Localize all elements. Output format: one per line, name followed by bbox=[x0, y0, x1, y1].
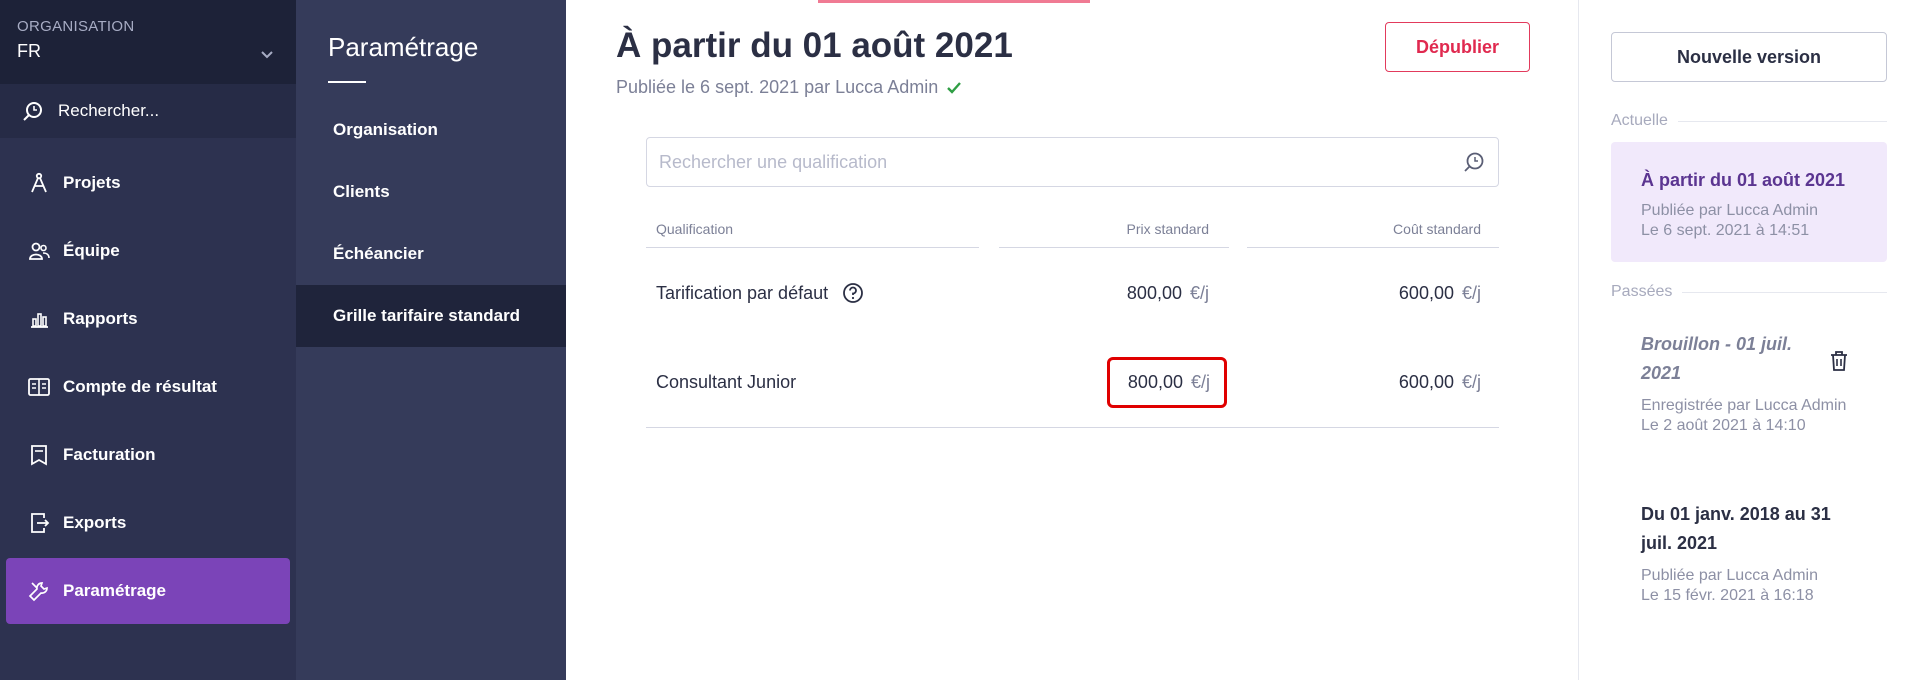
page-title: À partir du 01 août 2021 bbox=[616, 26, 1013, 65]
subnav-item-grille-tarifaire[interactable]: Grille tarifaire standard bbox=[296, 285, 566, 347]
past-version-card[interactable]: Du 01 janv. 2018 au 31 juil. 2021 Publié… bbox=[1611, 500, 1887, 620]
settings-sidebar: Paramétrage Organisation Clients Échéanc… bbox=[296, 0, 566, 680]
cost-value: 600,00 bbox=[1398, 372, 1454, 392]
check-icon bbox=[947, 81, 962, 94]
main-sidebar: ORGANISATION FR Rechercher... Projets Éq… bbox=[0, 0, 296, 680]
unpublish-button[interactable]: Dépublier bbox=[1385, 22, 1530, 72]
qualification-search-input[interactable] bbox=[659, 151, 1462, 173]
version-title-line2: juil. 2021 bbox=[1641, 533, 1718, 553]
page-subtitle: Publiée le 6 sept. 2021 par Lucca Admin bbox=[616, 77, 962, 98]
nav-search[interactable]: Rechercher... bbox=[0, 84, 296, 138]
current-version-card[interactable]: À partir du 01 août 2021 Publiée par Luc… bbox=[1611, 142, 1887, 262]
header-cout-standard: Coût standard bbox=[1247, 210, 1499, 248]
subnav-item-organisation[interactable]: Organisation bbox=[296, 99, 566, 161]
publish-info: Publiée le 6 sept. 2021 par Lucca Admin bbox=[616, 77, 939, 97]
nav-item-facturation[interactable]: Facturation bbox=[6, 422, 290, 488]
organisation-value[interactable]: FR bbox=[17, 41, 279, 62]
draft-version-card[interactable]: Brouillon - 01 juil. 2021 Enregistrée pa… bbox=[1611, 330, 1887, 450]
price-cell[interactable]: 800,00 €/j bbox=[999, 357, 1229, 408]
version-publisher: Enregistrée par Lucca Admin bbox=[1641, 397, 1847, 414]
header-prix-standard: Prix standard bbox=[999, 210, 1229, 248]
version-publisher: Publiée par Lucca Admin bbox=[1641, 202, 1818, 219]
price-value: 800,00 bbox=[1127, 372, 1183, 392]
version-publisher: Publiée par Lucca Admin bbox=[1641, 567, 1818, 584]
nav-item-projets[interactable]: Projets bbox=[6, 150, 290, 216]
price-unit: €/j bbox=[1189, 282, 1209, 303]
price-unit: €/j bbox=[1190, 372, 1210, 392]
nav-item-exports[interactable]: Exports bbox=[6, 490, 290, 556]
export-icon bbox=[27, 511, 51, 535]
cost-unit: €/j bbox=[1461, 372, 1481, 392]
loading-accent-bar bbox=[818, 0, 1090, 3]
rates-table: Qualification Prix standard Coût standar… bbox=[646, 210, 1499, 428]
current-section-label: Actuelle bbox=[1611, 112, 1887, 130]
cost-unit: €/j bbox=[1461, 282, 1481, 303]
past-section-label: Passées bbox=[1611, 283, 1887, 301]
nav-item-parametrage[interactable]: Paramétrage bbox=[6, 558, 290, 624]
price-value: 800,00 bbox=[1126, 282, 1182, 303]
compass-icon bbox=[27, 171, 51, 195]
price-cell[interactable]: 800,00 €/j bbox=[999, 283, 1229, 304]
nav-item-label: Projets bbox=[63, 173, 121, 192]
nav-item-label: Équipe bbox=[63, 241, 120, 260]
nav-item-label: Rapports bbox=[63, 309, 138, 328]
nav-item-label: Paramétrage bbox=[63, 581, 167, 600]
cost-cell[interactable]: 600,00 €/j bbox=[1247, 283, 1499, 304]
qualification-cell: Tarification par défaut bbox=[646, 282, 979, 304]
current-label-text: Actuelle bbox=[1611, 112, 1668, 129]
organisation-label: ORGANISATION bbox=[17, 18, 135, 35]
tools-icon bbox=[27, 579, 51, 603]
version-title-line1: Du 01 janv. 2018 au 31 bbox=[1641, 504, 1831, 524]
qualification-search[interactable] bbox=[646, 137, 1499, 187]
table-header: Qualification Prix standard Coût standar… bbox=[646, 210, 1499, 248]
search-icon[interactable] bbox=[1462, 150, 1486, 174]
version-title-line1: Brouillon - 01 juil. bbox=[1641, 334, 1793, 354]
nav-item-label: Exports bbox=[63, 513, 127, 532]
invoice-icon bbox=[27, 443, 51, 467]
subnav-item-echeancier[interactable]: Échéancier bbox=[296, 223, 566, 285]
subnav-item-clients[interactable]: Clients bbox=[296, 161, 566, 223]
highlighted-price-box[interactable]: 800,00 €/j bbox=[1106, 357, 1227, 408]
cost-cell[interactable]: 600,00 €/j bbox=[1247, 372, 1499, 393]
past-label-text: Passées bbox=[1611, 283, 1673, 300]
version-date: Le 2 août 2021 à 14:10 bbox=[1641, 417, 1806, 434]
search-icon bbox=[23, 102, 42, 121]
version-date: Le 6 sept. 2021 à 14:51 bbox=[1641, 222, 1810, 239]
bar-chart-icon bbox=[27, 307, 51, 331]
settings-title: Paramétrage bbox=[328, 32, 479, 62]
nav-search-label: Rechercher... bbox=[58, 101, 160, 120]
title-underline bbox=[328, 81, 366, 83]
header-qualification: Qualification bbox=[646, 210, 979, 248]
qualification-name: Consultant Junior bbox=[656, 372, 797, 392]
trash-icon[interactable] bbox=[1829, 350, 1849, 372]
users-icon bbox=[27, 239, 51, 263]
nav-item-compte-de-resultat[interactable]: Compte de résultat bbox=[6, 354, 290, 420]
table-row: Tarification par défaut 800,00 €/j 600,0… bbox=[646, 248, 1499, 338]
organisation-selector[interactable]: ORGANISATION FR bbox=[0, 0, 296, 84]
qualification-name: Tarification par défaut bbox=[656, 282, 829, 303]
chevron-down-icon[interactable] bbox=[260, 50, 274, 60]
nav-item-rapports[interactable]: Rapports bbox=[6, 286, 290, 352]
qualification-cell: Consultant Junior bbox=[646, 372, 979, 393]
nav-item-label: Compte de résultat bbox=[63, 377, 217, 396]
nav-item-label: Facturation bbox=[63, 445, 156, 464]
version-title-line2: 2021 bbox=[1641, 363, 1682, 383]
version-date: Le 15 févr. 2021 à 16:18 bbox=[1641, 587, 1814, 604]
cost-value: 600,00 bbox=[1398, 282, 1454, 303]
help-icon[interactable] bbox=[842, 282, 864, 304]
new-version-button[interactable]: Nouvelle version bbox=[1611, 32, 1887, 82]
table-row: Consultant Junior 800,00 €/j 600,00 €/j bbox=[646, 338, 1499, 428]
versions-panel: Nouvelle version Actuelle À partir du 01… bbox=[1578, 0, 1910, 680]
nav-item-equipe[interactable]: Équipe bbox=[6, 218, 290, 284]
book-icon bbox=[27, 375, 51, 399]
main-content: À partir du 01 août 2021 Publiée le 6 se… bbox=[566, 0, 1578, 680]
version-title: À partir du 01 août 2021 bbox=[1641, 170, 1846, 190]
